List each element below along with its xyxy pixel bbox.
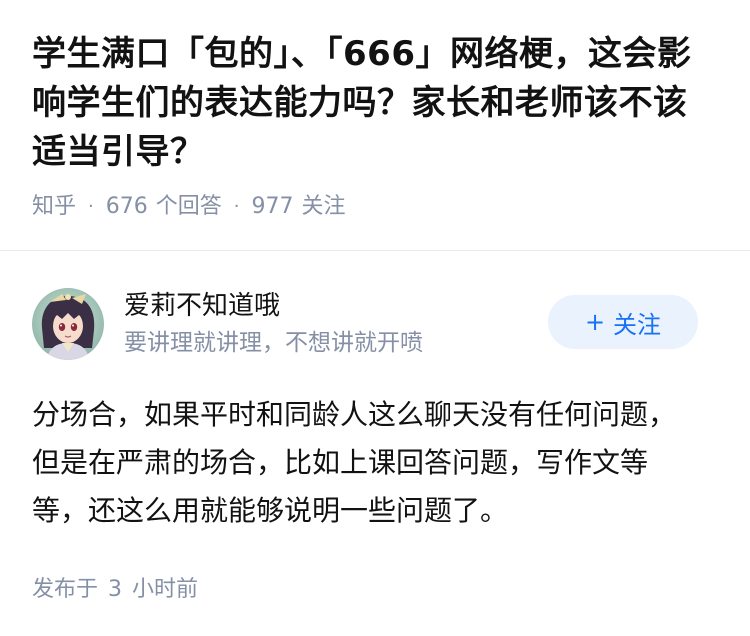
published-value: 3	[108, 577, 123, 602]
author-headline: 要讲理就讲理，不想讲就开喷	[124, 330, 423, 356]
published-prefix: 发布于	[32, 577, 99, 602]
author-row: 爱莉不知道哦 要讲理就讲理，不想讲就开喷 + 关注	[32, 287, 718, 361]
meta-separator: ·	[233, 196, 240, 217]
question-header: 学生满口「包的」、「666」网络梗，这会影响学生们的表达能力吗？家长和老师该不该…	[0, 0, 750, 222]
question-title[interactable]: 学生满口「包的」、「666」网络梗，这会影响学生们的表达能力吗？家长和老师该不该…	[32, 30, 718, 177]
plus-icon: +	[584, 308, 606, 336]
answer-card: 爱莉不知道哦 要讲理就讲理，不想讲就开喷 + 关注 分场合，如果平时和同龄人这么…	[0, 251, 750, 605]
anime-girl-avatar-icon	[32, 288, 104, 360]
published-suffix: 小时前	[132, 577, 199, 602]
source-label[interactable]: 知乎	[32, 191, 76, 223]
avatar[interactable]	[32, 288, 104, 360]
followers-label: 关注	[301, 194, 346, 219]
follow-button-label: 关注	[613, 310, 662, 339]
followers-count: 977	[251, 194, 294, 219]
answers-count: 676	[105, 194, 148, 219]
follow-button[interactable]: + 关注	[548, 295, 698, 349]
author-name[interactable]: 爱莉不知道哦	[124, 289, 423, 323]
meta-separator: ·	[88, 196, 94, 217]
author-info: 爱莉不知道哦 要讲理就讲理，不想讲就开喷	[124, 289, 423, 359]
answer-footer: 发布于 3 小时前	[32, 575, 718, 605]
answer-content[interactable]: 分场合，如果平时和同龄人这么聊天没有任何问题，但是在严肃的场合，比如上课回答问题…	[32, 391, 718, 535]
question-meta: 知乎 · 676 个回答 · 977 关注	[32, 191, 718, 223]
answers-label[interactable]: 个回答	[156, 191, 222, 223]
